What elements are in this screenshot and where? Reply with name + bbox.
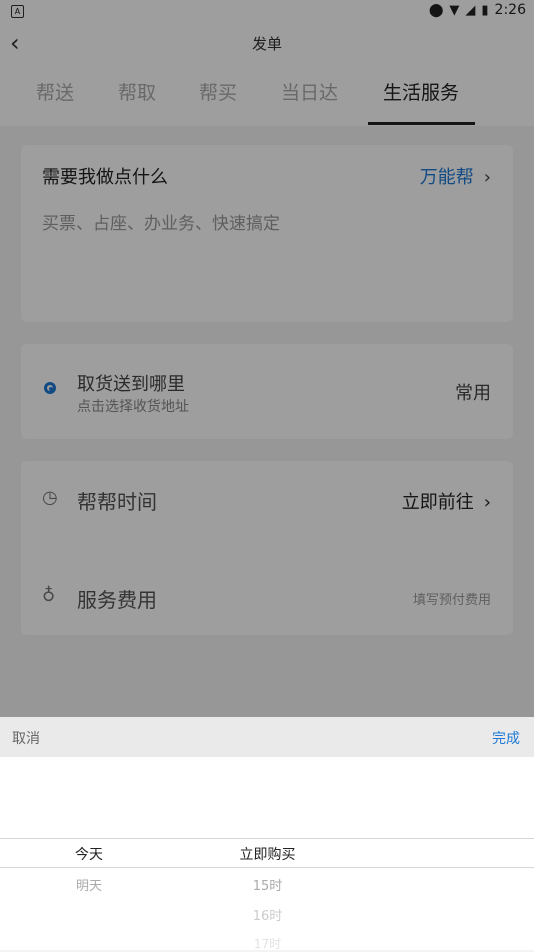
cancel-button[interactable]: 取消	[12, 728, 40, 748]
time-option[interactable]: 15时	[195, 875, 340, 894]
picker-toolbar: 取消 完成	[0, 717, 534, 757]
time-picker-sheet: 取消 完成 今天 明天 立即购买 15时 16时 17时	[0, 717, 534, 952]
day-option-selected[interactable]: 今天	[30, 844, 148, 864]
selection-line-bottom	[0, 867, 534, 868]
selection-line-top-right	[355, 838, 534, 839]
time-option[interactable]: 16时	[195, 905, 340, 924]
time-option-selected[interactable]: 立即购买	[195, 844, 340, 864]
time-option[interactable]: 17时	[195, 935, 340, 952]
day-option[interactable]: 明天	[30, 875, 148, 894]
done-button[interactable]: 完成	[492, 728, 520, 748]
modal-backdrop[interactable]	[0, 0, 534, 717]
selection-line-top	[0, 838, 355, 839]
